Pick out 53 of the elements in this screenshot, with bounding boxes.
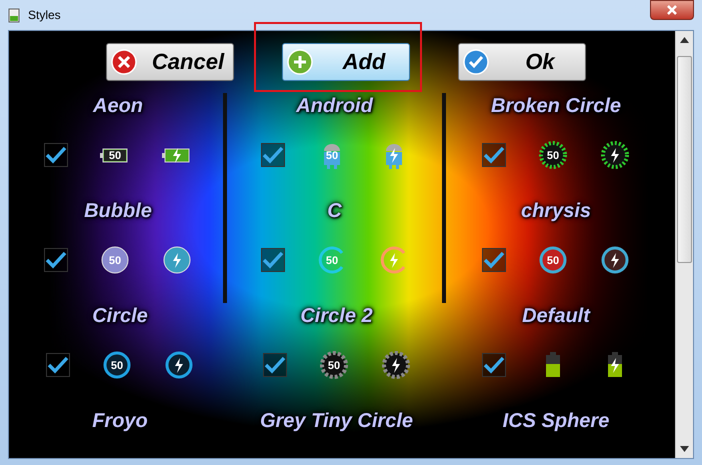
style-name: Aeon bbox=[93, 95, 143, 118]
check-icon bbox=[262, 146, 284, 164]
checkbox[interactable] bbox=[44, 248, 68, 272]
ring-icon bbox=[164, 350, 194, 380]
check-icon bbox=[483, 146, 505, 164]
style-name: Default bbox=[522, 305, 590, 328]
check-icon bbox=[45, 251, 67, 269]
style-name: Grey Tiny Circle bbox=[260, 410, 414, 433]
style-name: Froyo bbox=[92, 410, 148, 433]
style-name: Broken Circle bbox=[490, 95, 622, 118]
checkbox[interactable] bbox=[482, 353, 506, 377]
gear-icon bbox=[380, 350, 410, 380]
check-icon bbox=[45, 146, 67, 164]
plus-icon bbox=[287, 49, 313, 75]
check-icon bbox=[483, 356, 505, 374]
style-name: Android bbox=[296, 95, 373, 118]
style-name: Bubble bbox=[84, 200, 152, 223]
ok-button[interactable]: Ok bbox=[458, 43, 586, 81]
dashed-ring-icon bbox=[600, 140, 630, 170]
style-name: C bbox=[327, 200, 342, 223]
style-name: ICS Sphere bbox=[502, 410, 610, 433]
window-title: Styles bbox=[28, 8, 62, 22]
add-button[interactable]: Add bbox=[282, 43, 410, 81]
up-arrow-icon bbox=[680, 37, 689, 43]
style-name: chrysis bbox=[520, 200, 592, 223]
dashed-ring-icon: 50 bbox=[538, 140, 568, 170]
check-icon bbox=[264, 356, 286, 374]
check-icon bbox=[262, 251, 284, 269]
check-icon bbox=[463, 49, 489, 75]
checkbox[interactable] bbox=[260, 248, 284, 272]
style-name: Circle bbox=[92, 305, 148, 328]
gear-icon: 50 bbox=[318, 350, 348, 380]
style-name: Circle 2 bbox=[300, 305, 373, 328]
bubble-icon: 50 bbox=[100, 245, 130, 275]
cancel-button[interactable]: Cancel bbox=[106, 43, 234, 81]
ring-icon bbox=[600, 245, 630, 275]
checkbox[interactable] bbox=[262, 353, 286, 377]
check-icon bbox=[47, 356, 69, 374]
ring-icon: 50 bbox=[102, 350, 132, 380]
app-icon bbox=[8, 7, 20, 23]
check-icon bbox=[483, 251, 505, 269]
close-icon bbox=[667, 5, 677, 15]
bubble-icon bbox=[162, 245, 192, 275]
close-button[interactable] bbox=[650, 0, 694, 20]
scrollbar[interactable] bbox=[675, 31, 693, 458]
checkbox[interactable] bbox=[260, 143, 284, 167]
ring-icon: 50 bbox=[538, 245, 568, 275]
checkbox[interactable] bbox=[44, 143, 68, 167]
close-icon bbox=[111, 49, 137, 75]
down-arrow-icon bbox=[680, 446, 689, 452]
checkbox[interactable] bbox=[482, 248, 506, 272]
checkbox[interactable] bbox=[482, 143, 506, 167]
checkbox[interactable] bbox=[46, 353, 70, 377]
